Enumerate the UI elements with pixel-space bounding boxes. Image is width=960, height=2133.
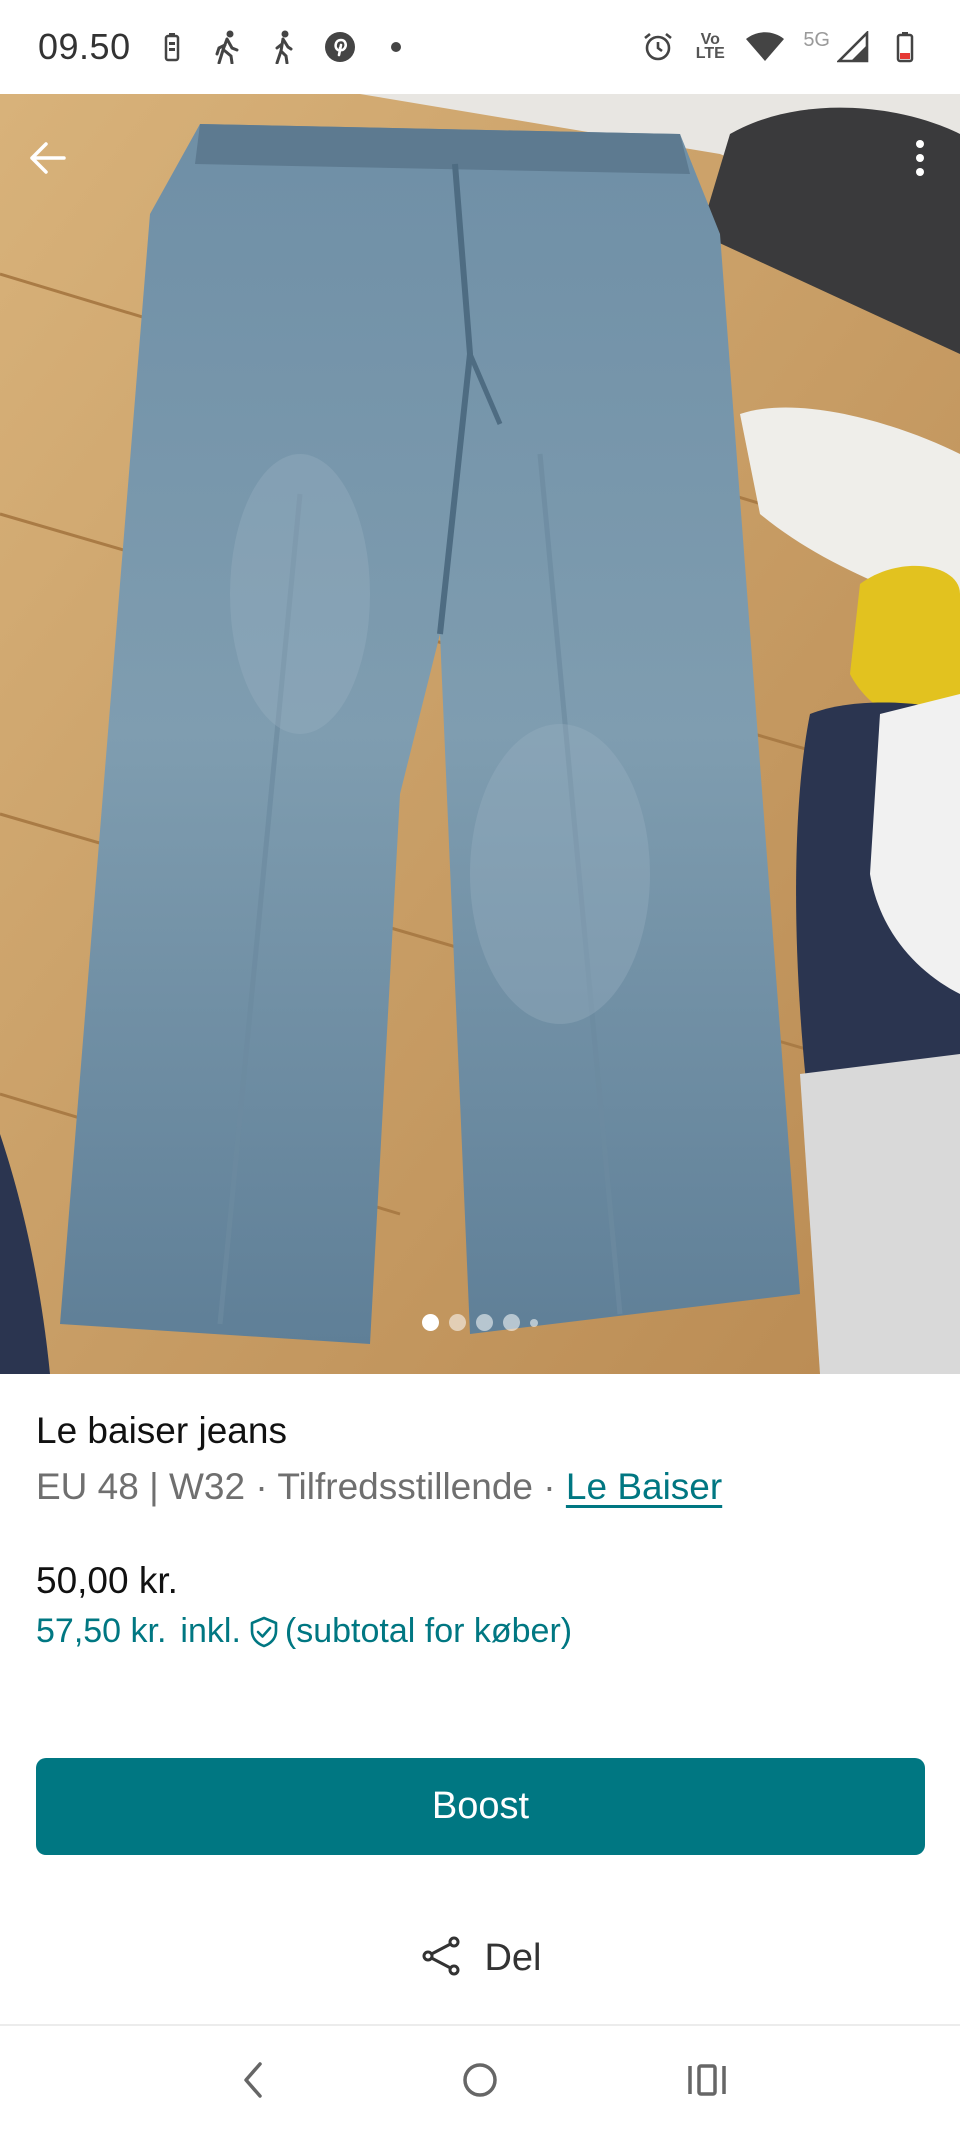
meta-separator: ·	[533, 1466, 566, 1507]
walking-icon	[211, 30, 245, 64]
boost-button[interactable]: Boost	[36, 1758, 925, 1855]
meta-separator: ·	[245, 1466, 278, 1507]
carousel-dot[interactable]	[503, 1314, 520, 1331]
listing-condition: Tilfredsstillende	[277, 1466, 533, 1507]
pinterest-icon	[323, 30, 357, 64]
alarm-icon	[641, 30, 675, 64]
status-time: 09.50	[38, 26, 131, 67]
carousel-dot[interactable]	[449, 1314, 466, 1331]
listing-meta: EU 48 | W32 · Tilfredsstillende · Le Bai…	[36, 1466, 926, 1508]
walking-icon	[267, 30, 301, 64]
listing-title: Le baiser jeans	[36, 1410, 287, 1451]
volte-icon: Vo LTE	[695, 31, 725, 62]
status-notification-icons	[155, 30, 413, 64]
nav-recents-icon[interactable]	[677, 2050, 737, 2110]
wifi-icon	[745, 30, 785, 64]
buyer-price-note: (subtotal for køber)	[284, 1612, 573, 1650]
carousel-dot[interactable]	[422, 1314, 439, 1331]
status-system-icons: Vo LTE 5G	[641, 28, 922, 64]
listing-info: Le baiser jeans EU 48 | W32 · Tilfredsst…	[36, 1410, 926, 1651]
carousel-dot[interactable]	[476, 1314, 493, 1331]
buyer-price-label: inkl.	[180, 1612, 241, 1650]
brand-link[interactable]: Le Baiser	[566, 1466, 722, 1507]
network-type-label: 5G	[803, 28, 830, 51]
system-navigation-bar	[0, 2026, 960, 2133]
listing-price: 50,00 kr.	[36, 1560, 178, 1601]
listing-size: EU 48 | W32	[36, 1466, 246, 1507]
buyer-price-info[interactable]: 57,50 kr. inkl. (subtotal for køber)	[36, 1612, 926, 1651]
listing-photo-carousel[interactable]	[0, 94, 960, 1374]
more-options-icon[interactable]	[896, 134, 944, 182]
signal-icon	[836, 30, 870, 64]
buyer-price-amount: 57,50 kr.	[36, 1612, 167, 1650]
dot-icon	[379, 30, 413, 64]
share-label: Del	[484, 1936, 542, 1979]
battery-low-icon	[888, 30, 922, 64]
shield-check-icon	[247, 1615, 281, 1649]
status-bar: 09.50 Vo LTE 5G	[0, 0, 960, 94]
nav-back-icon[interactable]	[223, 2050, 283, 2110]
share-button[interactable]: Del	[0, 1928, 960, 1988]
battery-saver-icon	[155, 30, 189, 64]
carousel-indicator	[0, 1314, 960, 1331]
jeans-photo	[0, 94, 960, 1374]
carousel-dot[interactable]	[530, 1318, 538, 1327]
share-icon	[418, 1933, 464, 1984]
back-arrow-icon[interactable]	[24, 134, 72, 182]
nav-home-icon[interactable]	[450, 2050, 510, 2110]
